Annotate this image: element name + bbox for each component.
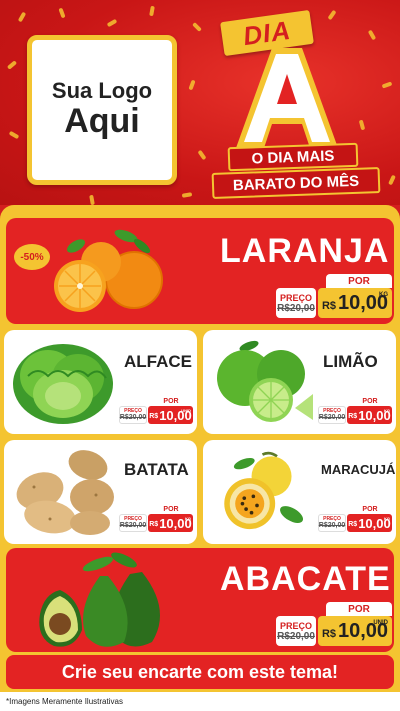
logo-text-line2: Aqui — [64, 102, 140, 141]
currency: R$ — [149, 521, 159, 528]
por-label: POR — [362, 505, 378, 513]
product-card-abacate: ABACATE POR PREÇO R$20,00 R$ 10,00 UNID — [6, 548, 394, 652]
product-name: MARACUJÁ — [321, 462, 396, 477]
disclaimer-text: *Imagens Meramente Ilustrativas — [6, 697, 123, 706]
por-label: POR — [362, 397, 378, 405]
new-price-box: R$ 10,00 KG — [347, 514, 392, 532]
price-unit: KG — [384, 408, 390, 413]
old-price-box: PREÇO R$20,00 — [276, 616, 316, 646]
orange-fruit-icon — [54, 229, 163, 312]
preco-label: PREÇO — [279, 620, 312, 631]
currency: R$ — [149, 413, 159, 420]
old-price: R$20,00 — [277, 302, 315, 314]
potato-icon — [16, 450, 114, 535]
por-label: POR — [326, 274, 392, 288]
old-price-box: PREÇO R$20,00 — [119, 514, 147, 532]
product-card-limao: LIMÃO POR PREÇO R$20,00 R$ 10,00 KG — [203, 330, 396, 434]
campaign-banner-line2: BARATO DO MÊS — [211, 167, 381, 199]
new-price-box: R$ 10,00 UNID — [318, 616, 392, 646]
cta-banner[interactable]: Crie seu encarte com este tema! — [6, 655, 394, 689]
product-name: ABACATE — [220, 560, 391, 598]
old-price: R$20,00 — [318, 414, 346, 421]
logo-placeholder: Sua Logo Aqui — [27, 35, 177, 185]
product-name: BATATA — [124, 460, 189, 479]
price-tag: POR PREÇO R$20,00 R$ 10,00 KG — [119, 504, 193, 534]
old-price-box: PREÇO R$20,00 — [318, 406, 346, 424]
por-label: POR — [163, 505, 179, 513]
old-price-box: PREÇO R$20,00 — [276, 288, 316, 318]
price-unit: KG — [384, 516, 390, 521]
price-unit: KG — [185, 516, 191, 521]
campaign-banner-line1: O DIA MAIS — [227, 142, 359, 172]
currency: R$ — [321, 300, 336, 312]
avocado-icon — [39, 552, 160, 647]
price-tag: POR PREÇO R$20,00 R$ 10,00 KG — [276, 274, 392, 318]
campaign-big-letter: A — [232, 44, 342, 150]
old-price: R$20,00 — [119, 414, 147, 421]
product-card-alface: ALFACE POR PREÇO R$20,00 R$ 10,00 UNID — [4, 330, 197, 434]
price-tag: POR PREÇO R$20,00 R$ 10,00 UNID — [119, 396, 193, 426]
logo-text-line1: Sua Logo — [51, 78, 153, 104]
currency: R$ — [321, 628, 336, 640]
price-unit: KG — [379, 292, 388, 298]
por-label: POR — [326, 602, 392, 616]
discount-badge: -50% — [14, 244, 50, 270]
price-tag: POR PREÇO R$20,00 R$ 10,00 UNID — [276, 602, 392, 646]
preco-label: PREÇO — [279, 292, 312, 303]
product-name: LIMÃO — [323, 352, 378, 371]
old-price: R$20,00 — [119, 522, 147, 529]
footer: *Imagens Meramente Ilustrativas — [0, 692, 400, 711]
new-price-box: R$ 10,00 KG — [347, 406, 392, 424]
product-name: LARANJA — [220, 232, 390, 270]
lettuce-icon — [13, 344, 113, 424]
new-price-box: R$ 10,00 KG — [148, 514, 193, 532]
product-card-laranja: -50% LARANJA POR PREÇO R$20,00 R$ 10,00 … — [6, 218, 394, 324]
passion-fruit-icon — [224, 451, 304, 530]
price-unit: UNID — [373, 620, 388, 626]
old-price-box: PREÇO R$20,00 — [318, 514, 346, 532]
currency: R$ — [348, 413, 358, 420]
new-price-box: R$ 10,00 KG — [318, 288, 392, 318]
product-card-maracuja: MARACUJÁ POR PREÇO R$20,00 R$ 10,00 KG — [203, 440, 396, 544]
old-price: R$20,00 — [277, 630, 315, 642]
price-unit: UNID — [181, 408, 191, 413]
new-price-box: R$ 10,00 UNID — [148, 406, 193, 424]
lime-icon — [217, 340, 313, 422]
campaign-line2-text: BARATO DO MÊS — [232, 172, 360, 194]
por-label: POR — [163, 397, 179, 405]
campaign-line1-text: O DIA MAIS — [251, 147, 335, 167]
header: Sua Logo Aqui DIA A O DIA MAIS BARATO DO… — [0, 0, 400, 205]
old-price: R$20,00 — [318, 522, 346, 529]
price-tag: POR PREÇO R$20,00 R$ 10,00 KG — [318, 504, 392, 534]
cta-text: Crie seu encarte com este tema! — [61, 661, 339, 682]
flyer: Sua Logo Aqui DIA A O DIA MAIS BARATO DO… — [0, 0, 400, 711]
product-name: ALFACE — [124, 352, 192, 371]
old-price-box: PREÇO R$20,00 — [119, 406, 147, 424]
currency: R$ — [348, 521, 358, 528]
price-tag: POR PREÇO R$20,00 R$ 10,00 KG — [318, 396, 392, 426]
product-card-batata: BATATA POR PREÇO R$20,00 R$ 10,00 KG — [4, 440, 197, 544]
